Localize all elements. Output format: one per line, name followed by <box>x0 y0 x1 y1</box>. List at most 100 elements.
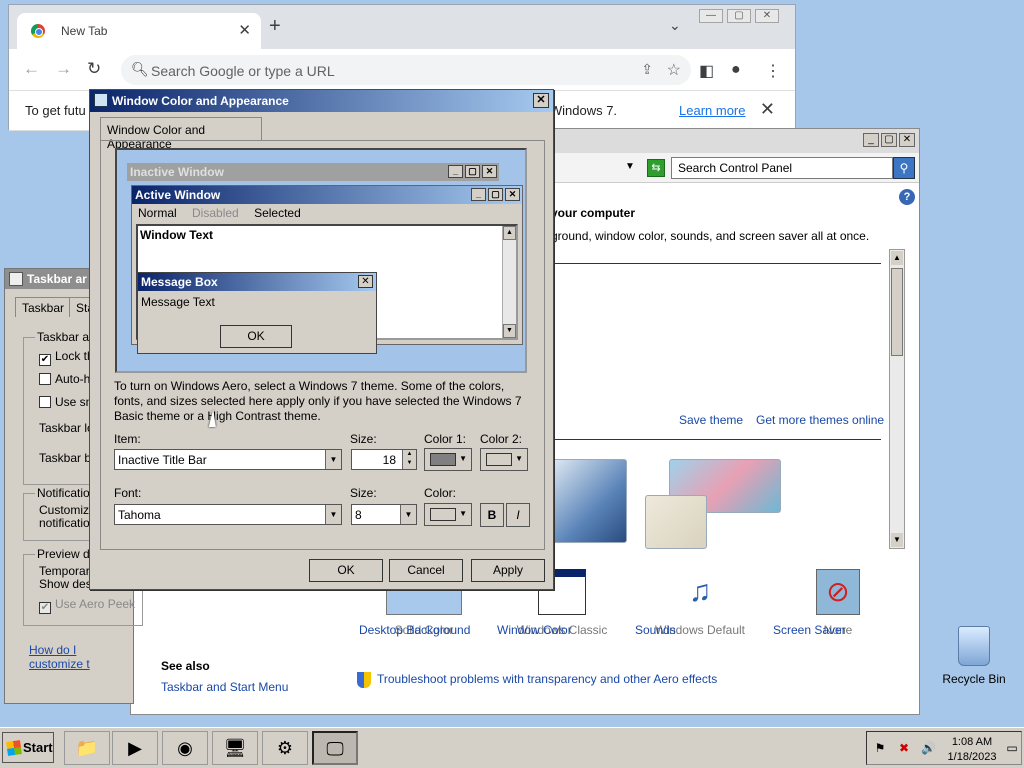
dropdown-arrow-icon[interactable]: ▼ <box>325 450 341 469</box>
small-icons-option[interactable]: Use sm <box>39 395 96 409</box>
help-icon[interactable]: ? <box>899 189 915 205</box>
show-desktop-icon[interactable]: ▭ <box>1005 741 1019 755</box>
clock-date[interactable]: 1/18/2023 <box>947 751 997 763</box>
tab-search-icon[interactable]: ⌄ <box>669 17 681 34</box>
cp-maximize-button[interactable]: ▢ <box>881 133 897 147</box>
ok-button[interactable]: OK <box>309 559 383 582</box>
dialog-close-button[interactable]: ✕ <box>533 93 549 108</box>
font-size-value: 8 <box>355 508 362 522</box>
troubleshoot-link[interactable]: Troubleshoot problems with transparency … <box>357 672 717 688</box>
clock-time[interactable]: 1:08 AM <box>947 736 997 748</box>
theme-thumbnail[interactable] <box>551 459 627 543</box>
learn-more-link[interactable]: Learn more <box>679 103 745 118</box>
font-size-select[interactable]: 8 ▼ <box>351 504 417 525</box>
chrome-taskbar-icon[interactable]: ◉ <box>162 731 208 765</box>
close-tab-icon[interactable]: ✕ <box>238 21 251 39</box>
active-window-title: Active Window <box>135 188 221 202</box>
lock-taskbar-option[interactable]: ✔ Lock th <box>39 349 94 366</box>
close-button[interactable]: ✕ <box>755 9 779 23</box>
windows-logo-icon <box>6 740 22 756</box>
screen-saver-item[interactable]: ⊘ Screen Saver None <box>773 569 903 637</box>
preview-text: Temporaril <box>39 564 96 578</box>
auto-hide-option[interactable]: Auto-h <box>39 372 90 386</box>
browser-tab[interactable]: New Tab ✕ <box>17 13 261 49</box>
recycle-bin[interactable]: Recycle Bin <box>940 626 1008 686</box>
italic-button[interactable]: I <box>506 503 530 527</box>
use-aero-peek-option[interactable]: ✔ Use Aero Peek <box>39 597 135 614</box>
recycle-bin-label: Recycle Bin <box>942 672 1006 686</box>
checkbox-checked[interactable]: ✔ <box>39 354 51 366</box>
item-label: Screen Saver <box>773 623 846 637</box>
inactive-window-preview[interactable]: Inactive Window _ ▢ ✕ <box>127 163 499 181</box>
inactive-window-title: Inactive Window <box>130 165 224 179</box>
taskbar-start-menu-link[interactable]: Taskbar and Start Menu <box>161 680 288 694</box>
bold-button[interactable]: B <box>480 503 504 527</box>
font-label: Font: <box>114 486 142 500</box>
tab-title: New Tab <box>61 24 108 38</box>
infobar-close-icon[interactable]: ✕ <box>760 99 775 120</box>
dropdown-arrow-icon: ▼ <box>459 509 467 518</box>
theme-thumbnail[interactable] <box>645 495 707 549</box>
action-center-icon[interactable]: ⚑ <box>873 741 887 755</box>
scroll-up-icon[interactable]: ▲ <box>891 251 903 265</box>
search-icon[interactable]: ⚲ <box>893 157 915 179</box>
share-icon[interactable]: ⇪ <box>641 61 653 78</box>
font-color-picker[interactable]: ▼ <box>424 503 472 526</box>
back-icon[interactable]: ← <box>23 59 40 79</box>
font-select[interactable]: Tahoma ▼ <box>114 504 342 525</box>
menu-kebab-icon[interactable]: ⋮ <box>765 61 781 81</box>
cp-close-button[interactable]: ✕ <box>899 133 915 147</box>
address-dropdown-icon[interactable]: ▼ <box>625 161 635 172</box>
theme-thumbnails[interactable] <box>551 459 781 549</box>
tab-taskbar[interactable]: Taskbar <box>15 297 72 317</box>
tab-window-color[interactable]: Window Color and Appearance <box>100 117 262 151</box>
dropdown-arrow-icon[interactable]: ▼ <box>400 505 416 524</box>
color1-picker[interactable]: ▼ <box>424 448 472 471</box>
forward-icon[interactable]: → <box>55 59 72 79</box>
item-size-spinner[interactable]: 18 ▲ ▼ <box>351 449 417 470</box>
message-box-titlebar: Message Box <box>138 273 376 291</box>
omnibox-placeholder: Search Google or type a URL <box>151 63 335 79</box>
font-size-label: Size: <box>350 486 377 500</box>
color1-label: Color 1: <box>424 432 467 446</box>
themes-scrollbar[interactable]: ▲ ▼ <box>889 249 905 549</box>
volume-icon[interactable]: 🔊 <box>921 741 936 755</box>
omnibox[interactable]: 🔍︎ Search Google or type a URL ⇪ ☆ <box>121 55 691 85</box>
customize-help-link[interactable]: How do I customize t <box>29 643 133 671</box>
get-more-themes-link[interactable]: Get more themes online <box>756 413 884 427</box>
scroll-down-icon[interactable]: ▼ <box>891 533 903 547</box>
bookmark-star-icon[interactable]: ☆ <box>667 60 681 80</box>
sounds-item[interactable]: ♫ Sounds Windows Default <box>635 569 765 637</box>
window-color-taskbar-icon[interactable]: 🖵 <box>312 731 358 765</box>
checkbox[interactable] <box>39 396 51 408</box>
item-select[interactable]: Inactive Title Bar ▼ <box>114 449 342 470</box>
new-tab-button[interactable]: + <box>269 15 281 38</box>
apply-button[interactable]: Apply <box>471 559 545 582</box>
checkbox[interactable] <box>39 373 51 385</box>
color2-picker[interactable]: ▼ <box>480 448 528 471</box>
message-box-preview[interactable]: Message Box ✕ Message Text OK <box>137 272 377 354</box>
maximize-button[interactable]: ▢ <box>727 9 751 23</box>
cancel-button[interactable]: Cancel <box>389 559 463 582</box>
reload-icon[interactable]: ↻ <box>87 59 101 79</box>
close-icon: ✕ <box>482 165 497 178</box>
minimize-button[interactable]: — <box>699 9 723 23</box>
profile-icon[interactable]: ● <box>731 61 741 79</box>
file-explorer-taskbar-icon[interactable]: 📁 <box>64 731 110 765</box>
sounds-icon: ♫ <box>688 575 712 608</box>
network-icon[interactable]: ✖ <box>897 741 911 755</box>
media-player-taskbar-icon[interactable]: ▶ <box>112 731 158 765</box>
search-control-panel-input[interactable]: Search Control Panel <box>671 157 893 179</box>
refresh-icon[interactable]: ⇆ <box>647 159 665 177</box>
spinner-arrows-icon[interactable]: ▲ ▼ <box>402 450 416 469</box>
dropdown-arrow-icon[interactable]: ▼ <box>325 505 341 524</box>
save-theme-link[interactable]: Save theme <box>679 413 743 427</box>
scroll-thumb[interactable] <box>891 268 903 356</box>
side-panel-icon[interactable]: ◧ <box>699 61 714 81</box>
item-label: Window Color <box>497 623 572 637</box>
cp-minimize-button[interactable]: _ <box>863 133 879 147</box>
start-button[interactable]: Start <box>2 732 54 763</box>
appearance-preview[interactable]: Inactive Window _ ▢ ✕ Active Window _ ▢ ✕ No… <box>115 148 527 373</box>
computer-taskbar-icon[interactable]: 🖥 <box>212 731 258 765</box>
control-panel-taskbar-icon[interactable]: ⚙ <box>262 731 308 765</box>
